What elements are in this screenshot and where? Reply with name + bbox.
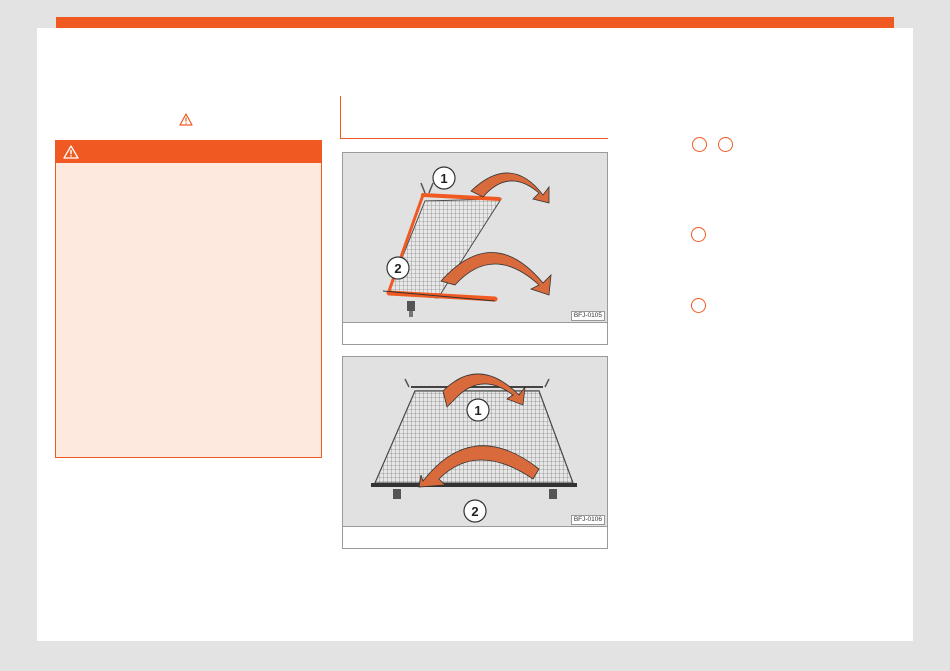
figure-net-unfolding: 1 2 BFJ-0106 [342,356,608,549]
section-heading-underline [340,138,608,139]
figure-illustration: 1 2 BFJ-0105 [343,153,607,323]
figure-net-folding: 1 2 BFJ-0105 [342,152,608,345]
cargo-net-unfolded-illustration: 1 2 [371,373,577,523]
callout-reference-circle [692,137,707,152]
warning-box [55,140,322,458]
callout-reference-circle [691,298,706,313]
warning-triangle-icon [63,145,79,159]
figure-caption [343,526,607,548]
figure-illustration: 1 2 BFJ-0106 [343,357,607,527]
callout-2: 2 [394,261,401,276]
warning-header [56,141,321,163]
section-heading-rule [340,96,341,139]
cargo-net-folded-illustration: 1 2 [382,166,552,317]
callout-2: 2 [471,504,478,519]
callout-reference-circle [718,137,733,152]
figure-code: BFJ-0105 [570,311,605,321]
figure-code: BFJ-0106 [570,515,605,525]
warning-body [56,163,321,457]
figure-caption [343,322,607,344]
callout-1: 1 [440,171,447,186]
warning-triangle-icon [179,113,193,126]
callout-reference-circle [691,227,706,242]
callout-1: 1 [474,403,481,418]
